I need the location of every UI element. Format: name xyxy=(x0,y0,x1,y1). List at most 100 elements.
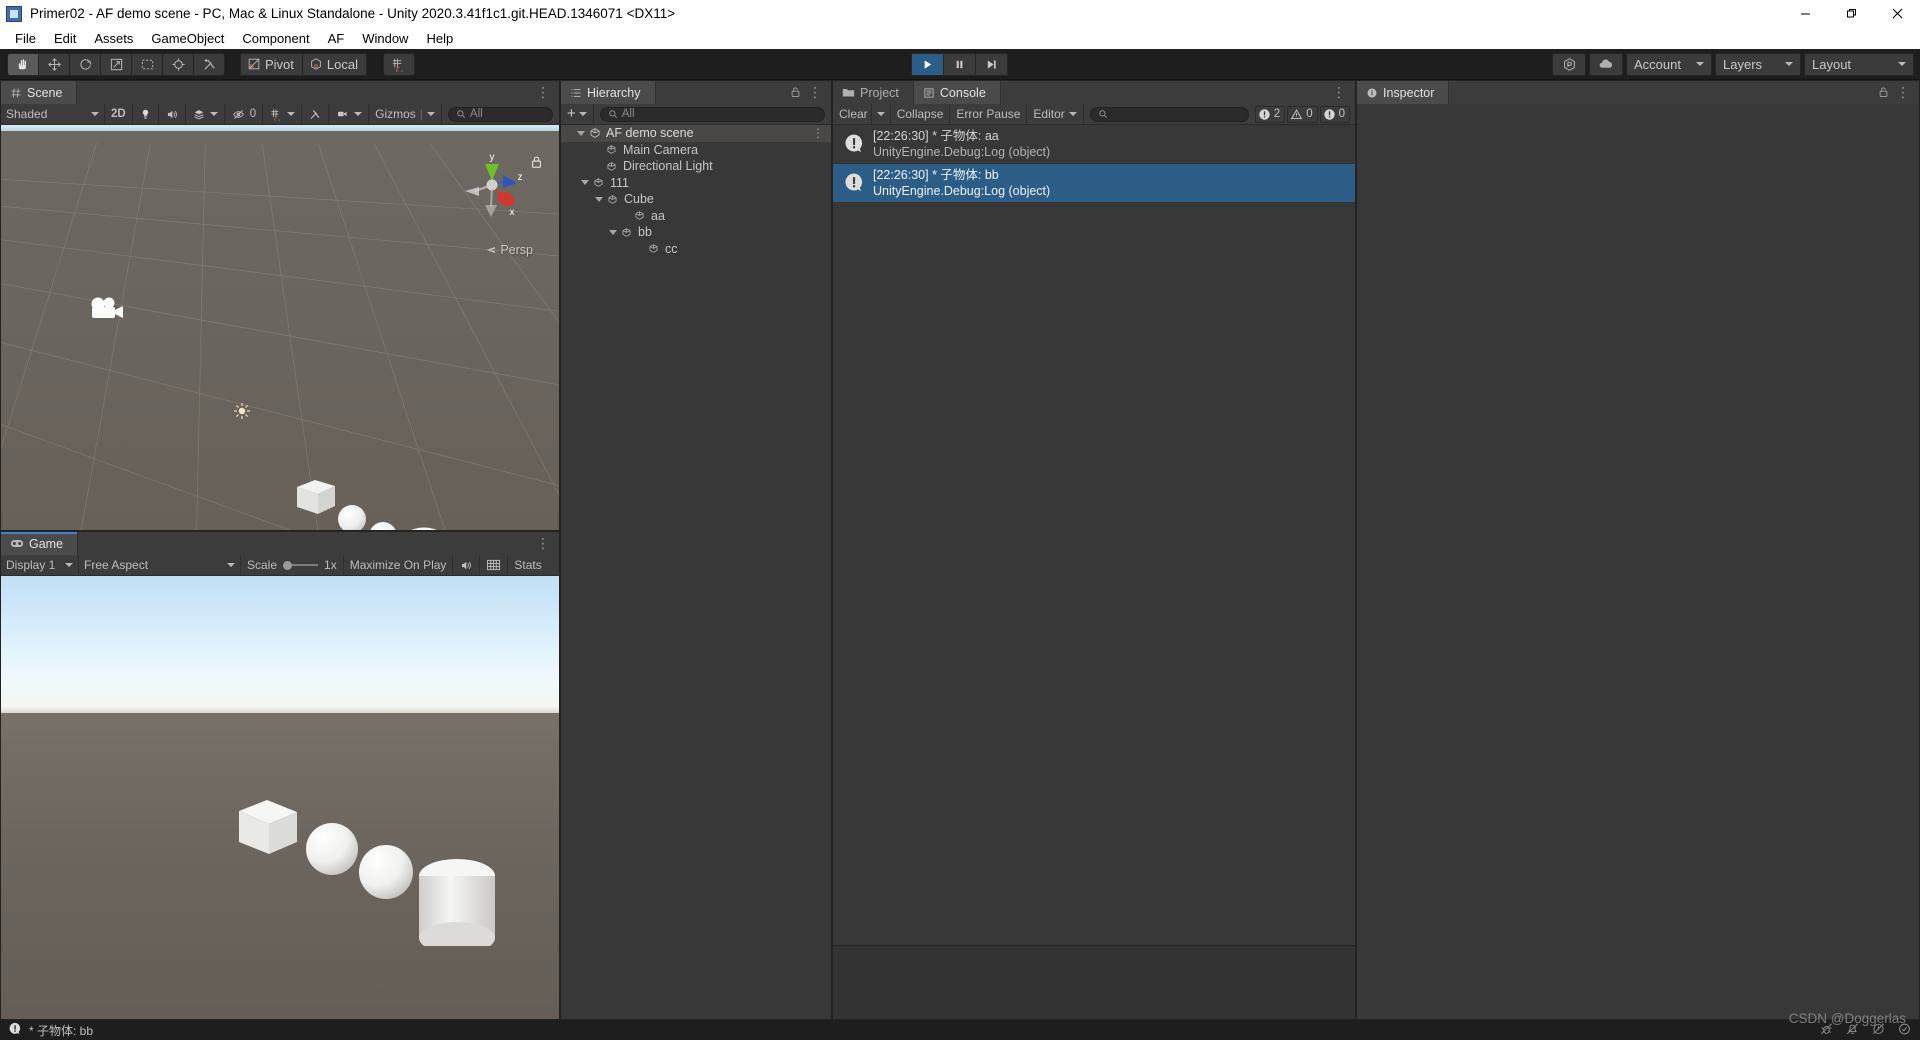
lock-icon[interactable] xyxy=(790,85,801,101)
mute-audio-button[interactable] xyxy=(453,554,481,576)
hierarchy-row-cc[interactable]: cc xyxy=(561,241,831,258)
hand-tool-button[interactable] xyxy=(7,52,39,76)
2d-toggle-button[interactable]: 2D xyxy=(105,103,133,125)
kebab-menu-icon[interactable]: ⋮ xyxy=(1896,84,1911,101)
status-bar[interactable]: * 子物体: bb xyxy=(0,1020,1920,1040)
kebab-menu-icon[interactable]: ⋮ xyxy=(808,84,823,101)
hierarchy-row-main-camera[interactable]: Main Camera xyxy=(561,142,831,159)
gizmos-dropdown-button[interactable]: Gizmos | xyxy=(369,103,442,125)
kebab-menu-icon[interactable]: ⋮ xyxy=(536,84,551,101)
fx-dropdown-button[interactable] xyxy=(186,103,225,125)
hierarchy-row-directional-light[interactable]: Directional Light xyxy=(561,158,831,175)
hierarchy-add-button[interactable]: + xyxy=(561,103,594,125)
menu-assets[interactable]: Assets xyxy=(85,29,142,48)
disclosure-triangle-icon[interactable] xyxy=(593,196,605,202)
main-camera-gizmo[interactable] xyxy=(87,295,129,327)
scene-tools-button[interactable] xyxy=(302,103,330,125)
scene-objects[interactable] xyxy=(293,465,523,530)
menu-help[interactable]: Help xyxy=(417,29,462,48)
gizmo-lock-icon[interactable] xyxy=(530,155,543,172)
console-clear-dropdown[interactable] xyxy=(872,103,891,125)
scale-slider[interactable]: Scale 1x xyxy=(241,554,344,576)
hierarchy-tree[interactable]: AF demo scene ⋮ Main Camera Directional … xyxy=(561,125,831,1019)
tab-hierarchy[interactable]: Hierarchy xyxy=(561,81,656,104)
lighting-toggle-button[interactable] xyxy=(133,103,159,125)
log-count-badge[interactable]: 2 xyxy=(1254,105,1286,123)
error-count-badge[interactable]: 0 xyxy=(1319,105,1350,123)
game-viewport[interactable] xyxy=(1,576,559,1019)
scale-tool-button[interactable] xyxy=(100,52,132,76)
console-search-input[interactable] xyxy=(1089,106,1249,122)
scene-grid-dropdown-button[interactable] xyxy=(263,103,303,125)
log-entry-bb[interactable]: [22:26:30] * 子物体: bb UnityEngine.Debug:L… xyxy=(833,164,1355,203)
shading-mode-dropdown[interactable]: Shaded xyxy=(1,103,105,125)
kebab-menu-icon[interactable]: ⋮ xyxy=(1332,84,1347,101)
lock-icon[interactable] xyxy=(1878,85,1889,101)
display-dropdown[interactable]: Display 1 xyxy=(1,554,79,576)
audio-toggle-button[interactable] xyxy=(159,103,186,125)
inspector-body[interactable] xyxy=(1357,104,1919,1019)
maximize-on-play-button[interactable]: Maximize On Play xyxy=(344,554,454,576)
tab-console[interactable]: Console xyxy=(913,81,1001,104)
hierarchy-search-input[interactable]: All xyxy=(599,106,825,122)
menu-file[interactable]: File xyxy=(6,29,45,48)
aspect-dropdown[interactable]: Free Aspect xyxy=(79,554,241,576)
log-entry-aa[interactable]: [22:26:30] * 子物体: aa UnityEngine.Debug:L… xyxy=(833,125,1355,164)
scene-projection-label[interactable]: Persp xyxy=(484,243,533,257)
scene-visibility-button[interactable]: 0 xyxy=(225,103,264,125)
hierarchy-row-scene[interactable]: AF demo scene ⋮ xyxy=(561,125,831,142)
hierarchy-row-bb[interactable]: bb xyxy=(561,224,831,241)
console-log-list[interactable]: [22:26:30] * 子物体: aa UnityEngine.Debug:L… xyxy=(833,125,1355,945)
menu-edit[interactable]: Edit xyxy=(45,29,85,48)
directional-light-gizmo[interactable] xyxy=(233,402,251,420)
cloud-icon[interactable] xyxy=(1589,52,1623,76)
scene-view-gizmo[interactable]: y x z xyxy=(455,147,529,221)
tab-scene[interactable]: Scene xyxy=(1,81,78,104)
tab-game[interactable]: Game xyxy=(1,532,79,555)
close-button[interactable] xyxy=(1874,0,1920,27)
menu-window[interactable]: Window xyxy=(353,29,417,48)
minimize-button[interactable] xyxy=(1782,0,1828,27)
console-editor-dropdown[interactable]: Editor xyxy=(1027,103,1084,125)
move-tool-button[interactable] xyxy=(38,52,70,76)
play-button[interactable] xyxy=(911,52,944,76)
rotate-tool-button[interactable] xyxy=(69,52,101,76)
disclosure-triangle-icon[interactable] xyxy=(607,229,619,235)
hierarchy-row-aa[interactable]: aa xyxy=(561,208,831,225)
pivot-toggle-button[interactable]: Pivot xyxy=(240,52,303,76)
scene-camera-dropdown-button[interactable] xyxy=(329,103,370,125)
game-gizmos-button[interactable] xyxy=(480,554,509,576)
rect-tool-button[interactable] xyxy=(131,52,163,76)
warning-count-badge[interactable]: 0 xyxy=(1287,105,1318,123)
menu-component[interactable]: Component xyxy=(233,29,318,48)
scene-viewport[interactable]: y x z Persp xyxy=(1,125,559,530)
disclosure-triangle-icon[interactable] xyxy=(575,130,587,136)
transform-tool-button[interactable] xyxy=(162,52,194,76)
menu-gameobject[interactable]: GameObject xyxy=(142,29,233,48)
layout-dropdown[interactable]: Layout xyxy=(1804,52,1914,76)
grid-snapping-button[interactable] xyxy=(382,52,415,76)
kebab-menu-icon[interactable]: ⋮ xyxy=(536,535,551,552)
tab-project[interactable]: Project xyxy=(833,81,914,104)
hierarchy-row-cube[interactable]: Cube xyxy=(561,191,831,208)
scene-search-input[interactable]: All xyxy=(447,106,553,122)
console-clear-button[interactable]: Clear xyxy=(833,103,872,125)
collab-icon[interactable] xyxy=(1552,52,1586,76)
step-button[interactable] xyxy=(975,52,1008,76)
hierarchy-row-111[interactable]: 111 xyxy=(561,175,831,192)
console-detail-pane[interactable] xyxy=(833,945,1355,1019)
scene-kebab-icon[interactable]: ⋮ xyxy=(812,126,825,140)
maximize-button[interactable] xyxy=(1828,0,1874,27)
sphere-2-object xyxy=(370,522,396,530)
console-error-pause-button[interactable]: Error Pause xyxy=(950,103,1028,125)
layers-dropdown[interactable]: Layers xyxy=(1715,52,1801,76)
handle-space-button[interactable]: Local xyxy=(301,52,367,76)
pause-button[interactable] xyxy=(943,52,976,76)
disclosure-triangle-icon[interactable] xyxy=(579,180,591,186)
tab-inspector[interactable]: Inspector xyxy=(1357,81,1450,104)
account-dropdown[interactable]: Account xyxy=(1626,52,1712,76)
console-collapse-button[interactable]: Collapse xyxy=(891,103,951,125)
menu-af[interactable]: AF xyxy=(319,29,354,48)
custom-editor-tool-button[interactable] xyxy=(193,52,225,76)
stats-button[interactable]: Stats xyxy=(508,555,547,576)
